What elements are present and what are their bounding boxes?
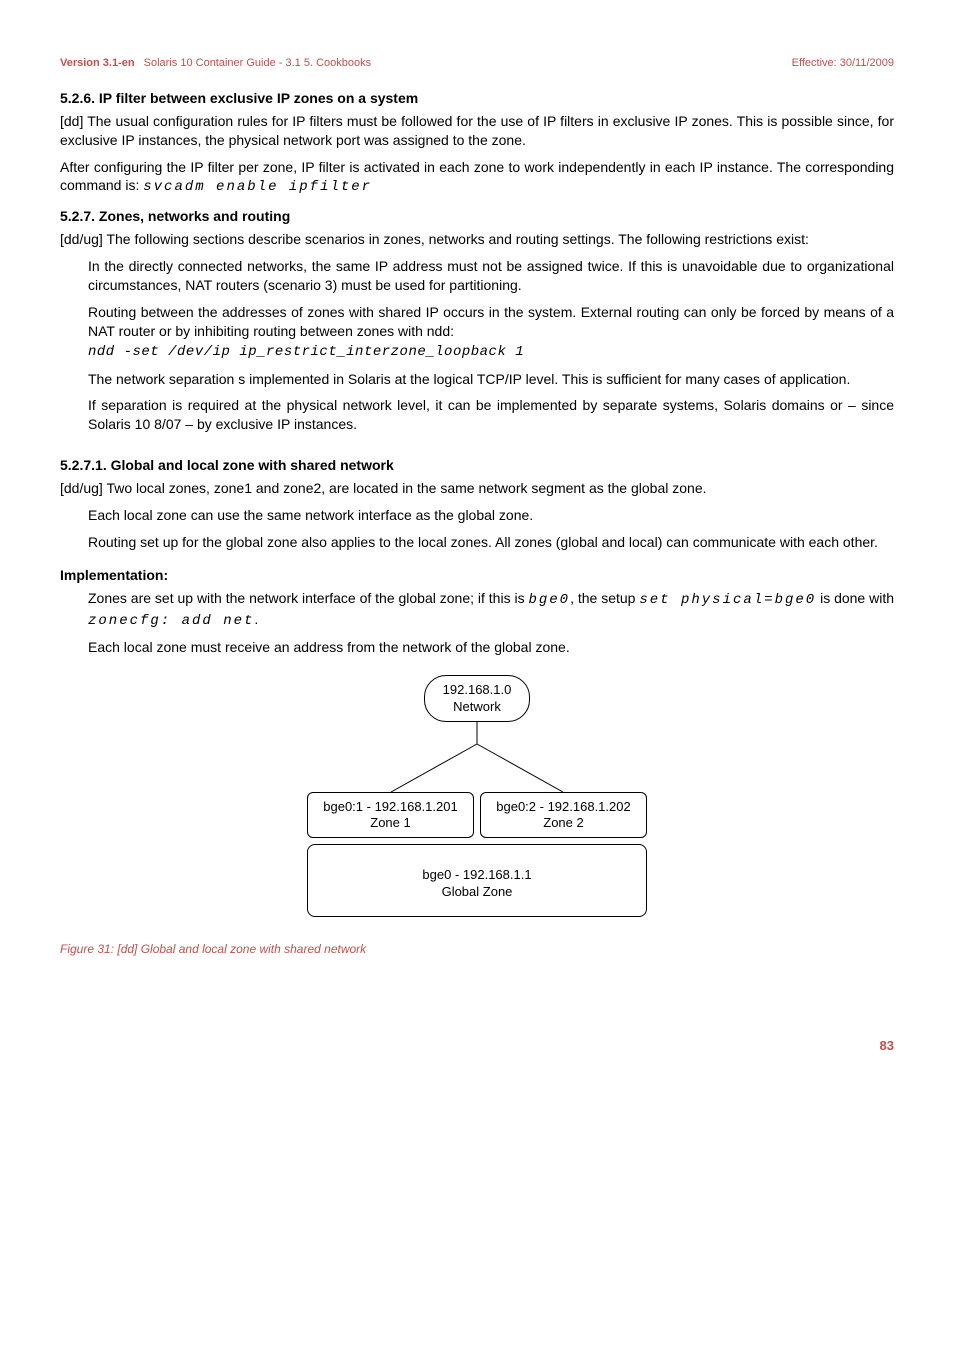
network-cloud: 192.168.1.0 Network <box>424 675 531 722</box>
bullet-block: Zones are set up with the network interf… <box>88 589 894 658</box>
zone-row: bge0:1 - 192.168.1.201 Zone 1 bge0:2 - 1… <box>307 792 647 839</box>
bullet-item: Routing set up for the global zone also … <box>88 533 894 552</box>
global-label: Global Zone <box>316 884 638 900</box>
global-if: bge0 - 192.168.1.1 <box>316 867 638 883</box>
bullet-item: Each local zone must receive an address … <box>88 638 894 657</box>
network-label: Network <box>443 699 512 715</box>
zone2-if: bge0:2 - 192.168.1.202 <box>485 799 642 815</box>
bullet-block: Each local zone can use the same network… <box>88 506 894 552</box>
text: Routing between the addresses of zones w… <box>88 304 894 339</box>
diagram-connector <box>307 722 647 792</box>
text: . <box>254 611 258 627</box>
bullet-item: If separation is required at the physica… <box>88 396 894 434</box>
bullet-item: Zones are set up with the network interf… <box>88 589 894 631</box>
network-ip: 192.168.1.0 <box>443 682 512 698</box>
command-text: ndd -set /dev/ip ip_restrict_interzone_l… <box>88 344 524 360</box>
text: Zones are set up with the network interf… <box>88 590 528 606</box>
code-inline: set physical=bge0 <box>639 592 816 608</box>
code-inline: bge0 <box>528 592 570 608</box>
zone2-label: Zone 2 <box>485 815 642 831</box>
bullet-block: In the directly connected networks, the … <box>88 257 894 434</box>
zone1-label: Zone 1 <box>312 815 469 831</box>
text: , the setup <box>570 590 639 606</box>
doc-effective-date: Effective: 30/11/2009 <box>792 56 894 71</box>
global-zone-box: bge0 - 192.168.1.1 Global Zone <box>307 844 647 917</box>
page-header: Version 3.1-en Solaris 10 Container Guid… <box>60 56 894 71</box>
bullet-item: Each local zone can use the same network… <box>88 506 894 525</box>
heading-5-2-6: 5.2.6. IP filter between exclusive IP zo… <box>60 89 894 108</box>
bullet-item: The network separation s implemented in … <box>88 370 894 389</box>
heading-5-2-7-1: 5.2.7.1. Global and local zone with shar… <box>60 456 894 475</box>
zone2-box: bge0:2 - 192.168.1.202 Zone 2 <box>480 792 647 839</box>
paragraph: After configuring the IP filter per zone… <box>60 158 894 198</box>
network-diagram: 192.168.1.0 Network bge0:1 - 192.168.1.2… <box>307 675 647 917</box>
paragraph: [dd/ug] Two local zones, zone1 and zone2… <box>60 479 894 498</box>
paragraph: [dd/ug] The following sections describe … <box>60 230 894 249</box>
text: is done with <box>816 590 894 606</box>
zone1-if: bge0:1 - 192.168.1.201 <box>312 799 469 815</box>
code-inline: zonecfg: add net <box>88 613 254 629</box>
page-number: 83 <box>60 1037 894 1055</box>
bullet-item: Routing between the addresses of zones w… <box>88 303 894 362</box>
heading-implementation: Implementation: <box>60 566 894 585</box>
bullet-item: In the directly connected networks, the … <box>88 257 894 295</box>
heading-5-2-7: 5.2.7. Zones, networks and routing <box>60 207 894 226</box>
figure-caption: Figure 31: [dd] Global and local zone wi… <box>60 941 894 957</box>
command-text: svcadm enable ipfilter <box>143 179 372 195</box>
doc-title: Solaris 10 Container Guide - 3.1 5. Cook… <box>144 57 371 69</box>
header-left-group: Version 3.1-en Solaris 10 Container Guid… <box>60 56 371 71</box>
zone1-box: bge0:1 - 192.168.1.201 Zone 1 <box>307 792 474 839</box>
paragraph: [dd] The usual configuration rules for I… <box>60 112 894 150</box>
doc-version: Version 3.1-en <box>60 57 135 69</box>
